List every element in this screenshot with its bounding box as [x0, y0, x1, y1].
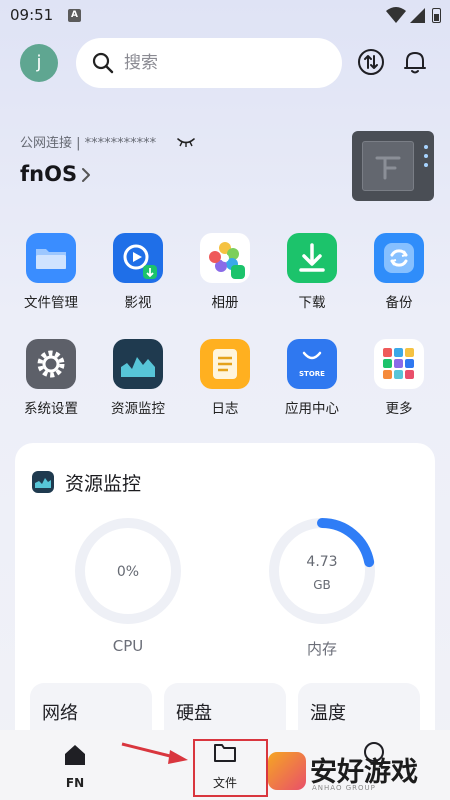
app-more[interactable]: 更多	[359, 339, 439, 417]
store-icon: STORE	[287, 339, 337, 389]
watermark-logo-icon	[268, 752, 306, 790]
log-icon	[200, 339, 250, 389]
search-bar[interactable]	[76, 38, 342, 88]
signal-icon	[410, 8, 425, 23]
gear-icon	[26, 339, 76, 389]
nav-fn[interactable]: FN	[55, 742, 95, 790]
app-system-settings[interactable]: 系统设置	[11, 339, 91, 417]
status-time: 09:51	[10, 6, 54, 24]
app-photos[interactable]: 相册	[185, 233, 265, 311]
app-download[interactable]: 下载	[272, 233, 352, 311]
status-bar: 09:51 A	[0, 0, 450, 32]
app-file-manager[interactable]: 文件管理	[11, 233, 91, 311]
annotation-arrow-icon	[121, 742, 188, 764]
wifi-icon	[386, 7, 406, 23]
memory-gauge: 4.73 GB 内存	[267, 516, 377, 666]
cpu-label: CPU	[112, 637, 144, 655]
transfer-icon[interactable]	[357, 48, 385, 76]
backup-icon	[374, 233, 424, 283]
nas-device-image	[352, 131, 434, 201]
notification-icon: A	[68, 9, 81, 22]
store-badge-text: STORE	[299, 370, 325, 378]
app-log[interactable]: 日志	[185, 339, 265, 417]
more-icon	[374, 339, 424, 389]
folder-icon	[26, 233, 76, 283]
annotation-highlight-box	[193, 739, 268, 797]
monitor-icon	[32, 471, 54, 493]
bell-icon[interactable]	[401, 48, 429, 76]
search-input[interactable]	[124, 50, 324, 76]
device-name[interactable]: fnOS	[20, 162, 77, 186]
memory-label: 内存	[306, 640, 337, 658]
card-title: 资源监控	[65, 473, 142, 495]
home-icon	[65, 745, 85, 765]
connection-label: 公网连接 | ***********	[20, 136, 157, 151]
chevron-right-icon[interactable]	[80, 166, 92, 184]
eye-closed-icon[interactable]	[176, 136, 196, 148]
memory-ring	[269, 518, 375, 624]
photos-icon	[200, 233, 250, 283]
search-icon	[92, 52, 114, 74]
fn-logo-icon	[375, 156, 401, 180]
battery-icon	[432, 8, 441, 23]
cpu-gauge: 0% CPU	[73, 516, 183, 666]
cpu-value: 0%	[116, 564, 140, 580]
memory-value: 4.73	[306, 554, 338, 570]
app-resource-monitor[interactable]: 资源监控	[98, 339, 178, 417]
download-icon	[287, 233, 337, 283]
watermark: 安好游戏 ANHAO GROUP	[268, 748, 450, 798]
app-video[interactable]: 影视	[98, 233, 178, 311]
video-icon	[113, 233, 163, 283]
app-backup[interactable]: 备份	[359, 233, 439, 311]
app-center[interactable]: STORE 应用中心	[272, 339, 352, 417]
monitor-icon	[113, 339, 163, 389]
avatar[interactable]: j	[20, 44, 58, 82]
memory-unit: GB	[313, 578, 331, 592]
